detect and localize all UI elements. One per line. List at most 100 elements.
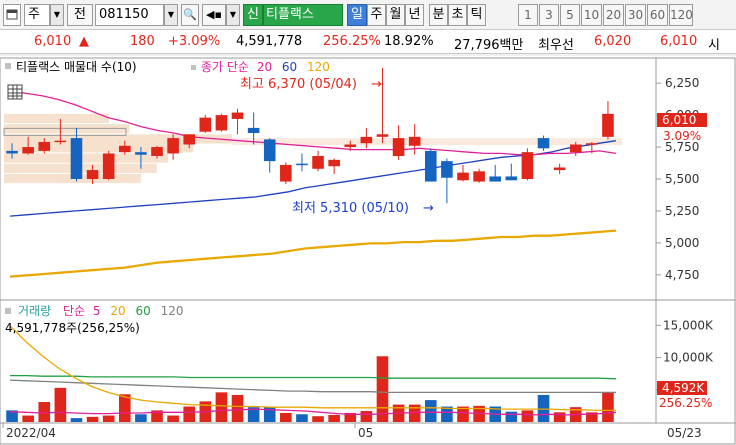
candle-body: [296, 163, 308, 166]
ma-legend-square-icon: [191, 65, 196, 70]
volume-profile-bar: [4, 153, 169, 163]
volume-ma120-line: [9, 379, 616, 394]
candle-body: [360, 136, 373, 144]
chart-window: 주 ▼ 전 081150 ▼ 🔍 ◀▪ ▼ 신 티플랙스 일주월년분초틱 135…: [0, 0, 736, 445]
candle-body: [586, 143, 598, 145]
volume-bar: [521, 410, 534, 422]
candle-body: [102, 153, 115, 179]
chart-area[interactable]: 6,2506,0005,7505,5005,2505,0004,750 15,0…: [0, 56, 736, 445]
change-percent: +3.09%: [168, 34, 221, 49]
high-arrow-icon: →: [371, 77, 382, 92]
period-tab-5[interactable]: 초: [448, 4, 467, 26]
vol-ma-label-60: 60: [135, 304, 150, 318]
sound-dropdown-icon[interactable]: ▼: [226, 4, 240, 26]
candle-body: [344, 144, 357, 148]
price-y-tick-label: 5,000: [665, 236, 699, 250]
volume-ma60-line: [10, 374, 617, 380]
period-tab-4[interactable]: 분: [429, 4, 448, 26]
period-tab-3[interactable]: 년: [405, 4, 424, 26]
price-pane-title: 티플랙스 매물대 수(10): [16, 60, 137, 74]
volume-bar: [135, 414, 147, 422]
ma-label-60: 60: [282, 60, 297, 74]
volume-profile-bar: [4, 113, 109, 124]
candle-body: [328, 159, 340, 167]
price-y-tick-label: 6,250: [665, 76, 699, 90]
price-y-tick-label: 5,250: [665, 204, 699, 218]
bid-price: 6,020: [594, 34, 632, 49]
volume-bar: [360, 411, 373, 422]
volume-bar: [602, 392, 614, 422]
volume-title: 거래량: [18, 304, 51, 318]
volume-bar: [376, 356, 389, 422]
candle-body: [505, 176, 518, 181]
ma-label-20: 20: [257, 60, 272, 74]
credit-badge: 신: [243, 4, 263, 26]
candle-body: [167, 138, 179, 154]
up-arrow-icon: ▲: [79, 34, 89, 49]
volume-bar: [38, 402, 51, 422]
volume-bar: [553, 412, 566, 422]
period-tab-6[interactable]: 틱: [467, 4, 486, 26]
candle-body: [408, 136, 421, 146]
table-icon[interactable]: [7, 84, 23, 100]
volume-bar: [312, 416, 324, 422]
volume-y-tick-label: 10,000K: [663, 351, 714, 365]
volume-bar: [424, 400, 437, 422]
market-select[interactable]: 주: [24, 4, 50, 26]
window-icon-glyph: [6, 9, 18, 20]
period-tab-1[interactable]: 주: [367, 4, 386, 26]
candle-body: [569, 144, 582, 153]
volume-bar: [167, 415, 179, 422]
chart-svg: 6,2506,0005,7505,5005,2505,0004,750 15,0…: [0, 57, 736, 445]
interval-button-20[interactable]: 20: [603, 4, 624, 26]
candle-body: [392, 138, 405, 156]
interval-button-30[interactable]: 30: [625, 4, 646, 26]
interval-button-1[interactable]: 1: [518, 4, 538, 26]
candle-body: [38, 141, 51, 151]
current-volume-pct-tag: 256.25%: [659, 396, 712, 410]
search-icon[interactable]: 🔍: [181, 4, 199, 26]
volume-legend: 거래량 단순 5 20 60 120: [18, 304, 183, 318]
axes: [0, 57, 736, 445]
trade-amount: 27,796백만: [454, 38, 524, 53]
volume-legend-square-icon: [5, 308, 11, 314]
window-icon[interactable]: [3, 4, 21, 26]
candle-body: [553, 167, 566, 171]
candle-body: [537, 138, 550, 149]
candle-body: [151, 147, 163, 156]
volume-bar: [296, 414, 308, 422]
ma-legend: 종가 단순 20 60 120: [201, 60, 330, 74]
code-dropdown-icon[interactable]: ▼: [164, 4, 178, 26]
candle-body: [280, 164, 292, 182]
stock-name[interactable]: 티플랙스: [263, 4, 343, 26]
sound-icon[interactable]: ◀▪: [202, 4, 226, 26]
market-dropdown-icon[interactable]: ▼: [50, 4, 64, 26]
period-tabs: 일주월년분초틱: [347, 4, 547, 26]
volume-bar: [183, 406, 196, 422]
quote-bar: 6,010 ▲ 180 +3.09% 4,591,778 256.25% 18.…: [0, 30, 736, 54]
current-pct-tag: 3.09%: [663, 129, 701, 143]
x-label-start: 2022/04: [6, 426, 56, 440]
interval-button-3[interactable]: 3: [539, 4, 559, 26]
current-volume-tag-text: 4,592K: [662, 381, 705, 395]
period-tab-2[interactable]: 월: [386, 4, 405, 26]
period-tab-0[interactable]: 일: [347, 4, 367, 26]
toolbar: 주 ▼ 전 081150 ▼ 🔍 ◀▪ ▼ 신 티플랙스 일주월년분초틱 135…: [0, 0, 736, 30]
interval-buttons: 1 3 5 10 20 30 60 120: [518, 4, 736, 26]
code-input[interactable]: 081150: [95, 4, 164, 26]
interval-button-120[interactable]: 120: [669, 4, 693, 26]
ma-label-close: 종가 단순: [201, 60, 249, 74]
interval-button-10[interactable]: 10: [581, 4, 602, 26]
candle-body: [441, 161, 453, 178]
volume-bar: [22, 415, 34, 422]
low-arrow-icon: →: [423, 201, 434, 216]
candle-body: [118, 145, 131, 153]
price-y-ticks: 6,2506,0005,7505,5005,2505,0004,750: [656, 76, 699, 282]
price-y-tick-label: 4,750: [665, 268, 699, 282]
jeon-button[interactable]: 전: [67, 4, 93, 26]
interval-button-60[interactable]: 60: [647, 4, 668, 26]
vol-ma-label-120: 120: [161, 304, 184, 318]
interval-button-5[interactable]: 5: [560, 4, 580, 26]
turnover-rate: 18.92%: [384, 34, 434, 49]
candle-body: [199, 117, 212, 132]
